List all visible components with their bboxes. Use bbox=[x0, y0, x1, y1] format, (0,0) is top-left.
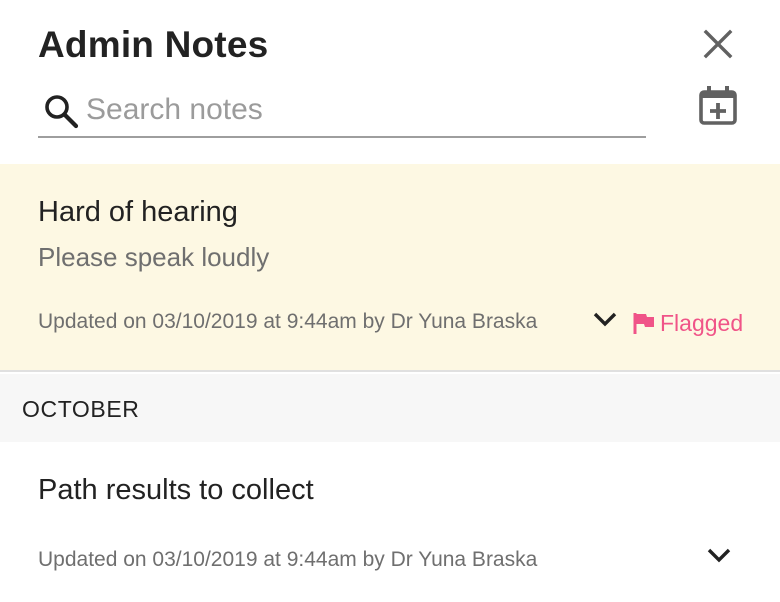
add-dated-note-button[interactable] bbox=[696, 84, 740, 128]
search-icon bbox=[45, 95, 79, 129]
close-button[interactable] bbox=[700, 26, 736, 62]
note-meta: Updated on 03/10/2019 at 9:44am by Dr Yu… bbox=[38, 310, 538, 333]
chevron-down-icon bbox=[593, 312, 617, 327]
search-bar bbox=[38, 86, 646, 138]
flagged-badge[interactable]: Flagged bbox=[632, 308, 743, 338]
calendar-plus-icon bbox=[699, 86, 737, 125]
month-section-header: OCTOBER bbox=[0, 374, 780, 442]
section-label: OCTOBER bbox=[22, 396, 140, 422]
flag-label: Flagged bbox=[660, 309, 744, 336]
note-title: Path results to collect bbox=[38, 474, 314, 506]
note-title: Hard of hearing bbox=[38, 196, 238, 228]
note-body: Please speak loudly bbox=[38, 242, 270, 272]
note-card[interactable]: Path results to collect Updated on 03/10… bbox=[0, 442, 780, 602]
flag-icon bbox=[633, 313, 654, 334]
close-icon bbox=[703, 29, 733, 59]
admin-notes-panel: Admin Notes Hard of hearing Please speak… bbox=[0, 0, 780, 602]
note-meta: Updated on 03/10/2019 at 9:44am by Dr Yu… bbox=[38, 548, 538, 571]
panel-title: Admin Notes bbox=[38, 24, 269, 65]
search-input[interactable] bbox=[86, 90, 626, 130]
flagged-note-card[interactable]: Hard of hearing Please speak loudly Upda… bbox=[0, 164, 780, 372]
expand-note-button[interactable] bbox=[704, 540, 734, 570]
expand-note-button[interactable] bbox=[590, 304, 620, 334]
chevron-down-icon bbox=[707, 548, 731, 563]
